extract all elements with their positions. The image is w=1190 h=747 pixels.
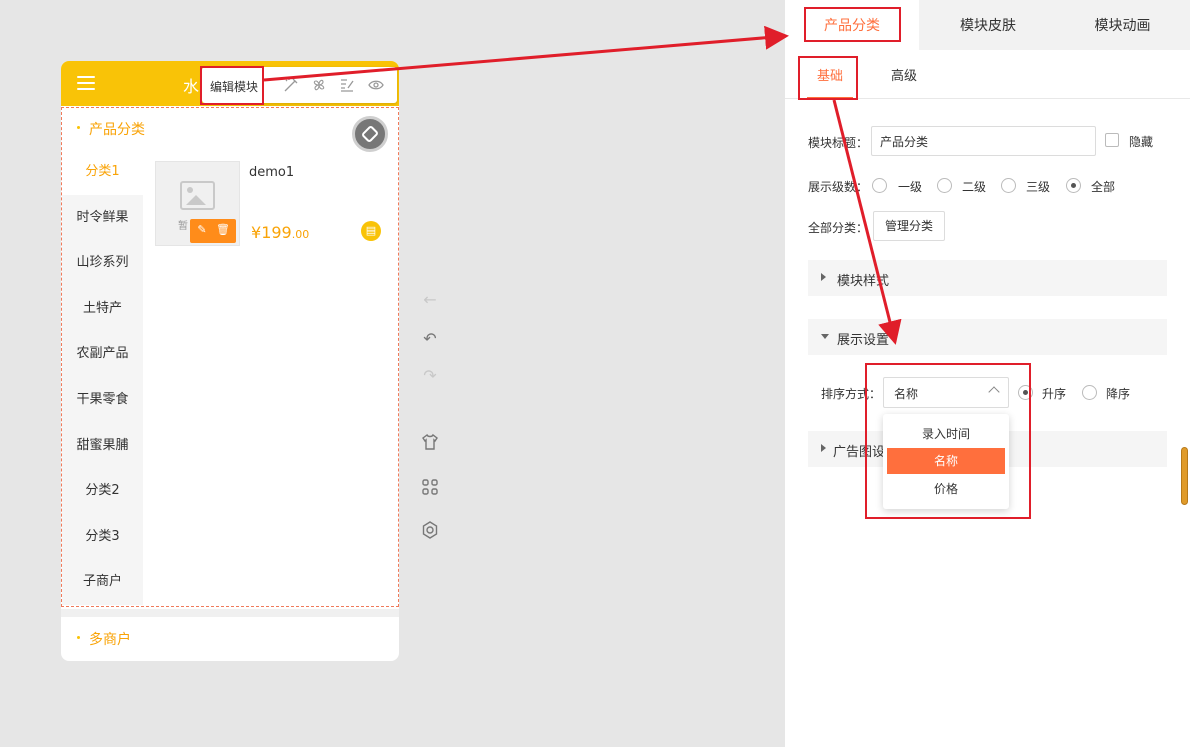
annotation-arrows — [263, 25, 902, 345]
arrow-to-display-settings — [832, 99, 902, 345]
arrow-to-tab — [263, 25, 789, 82]
